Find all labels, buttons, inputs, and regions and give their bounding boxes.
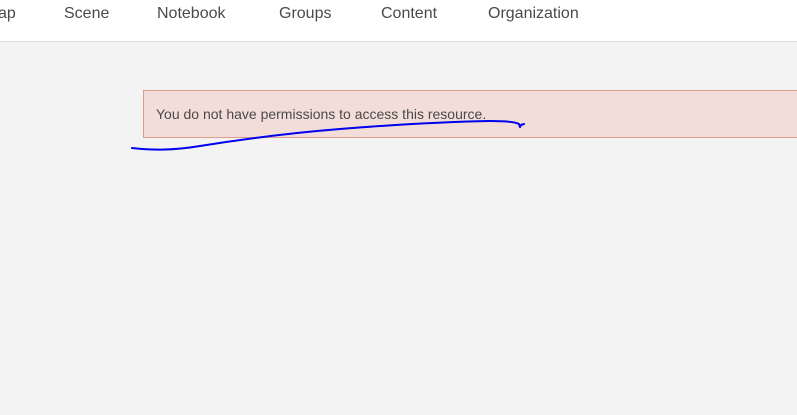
- nav-item-scene[interactable]: Scene: [64, 4, 109, 24]
- nav-item-organization[interactable]: Organization: [488, 4, 579, 24]
- permission-error-alert: You do not have permissions to access th…: [143, 90, 797, 138]
- nav-item-notebook[interactable]: Notebook: [157, 4, 226, 24]
- nav-item-content[interactable]: Content: [381, 4, 437, 24]
- alert-message: You do not have permissions to access th…: [156, 106, 487, 122]
- top-navigation-bar: ap Scene Notebook Groups Content Organiz…: [0, 0, 797, 42]
- nav-item-map[interactable]: ap: [0, 4, 16, 24]
- nav-item-groups[interactable]: Groups: [279, 4, 331, 24]
